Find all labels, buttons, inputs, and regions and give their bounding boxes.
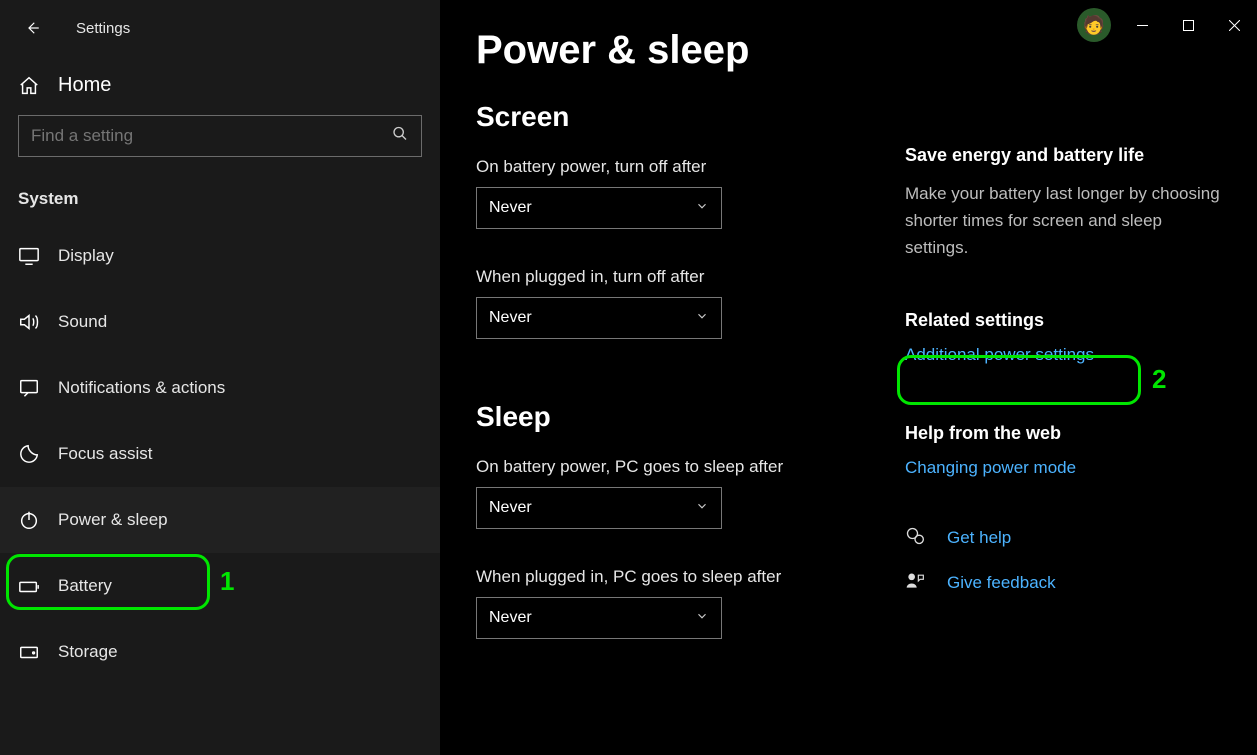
- notifications-icon: [18, 377, 46, 399]
- category-label: System: [0, 175, 440, 223]
- sidebar-item-storage[interactable]: Storage: [0, 619, 440, 685]
- sidebar-item-label: Notifications & actions: [58, 378, 225, 398]
- chevron-down-icon: [695, 499, 709, 518]
- screen-plugged-value: Never: [489, 309, 532, 327]
- home-nav[interactable]: Home: [0, 52, 440, 115]
- get-help-label: Get help: [947, 528, 1011, 548]
- sidebar-item-label: Sound: [58, 312, 107, 332]
- sound-icon: [18, 311, 46, 333]
- related-settings-title: Related settings: [905, 310, 1225, 331]
- sidebar-item-battery[interactable]: Battery: [0, 553, 440, 619]
- home-label: Home: [58, 74, 111, 97]
- screen-battery-value: Never: [489, 199, 532, 217]
- sidebar-item-label: Display: [58, 246, 114, 266]
- changing-power-mode-link[interactable]: Changing power mode: [905, 458, 1225, 478]
- sidebar-item-focus-assist[interactable]: Focus assist: [0, 421, 440, 487]
- main-panel: Power & sleep Screen On battery power, t…: [440, 0, 1257, 755]
- back-arrow-icon: [23, 19, 41, 37]
- minimize-button[interactable]: [1119, 9, 1165, 41]
- storage-icon: [18, 641, 46, 663]
- give-feedback-link[interactable]: Give feedback: [905, 571, 1225, 596]
- app-title: Settings: [76, 20, 130, 37]
- close-icon: [1229, 20, 1240, 31]
- sidebar-item-label: Storage: [58, 642, 118, 662]
- chevron-down-icon: [695, 609, 709, 628]
- search-icon: [392, 126, 408, 147]
- sidebar-item-label: Battery: [58, 576, 112, 596]
- screen-plugged-label: When plugged in, turn off after: [476, 267, 876, 287]
- screen-battery-select[interactable]: Never: [476, 187, 722, 229]
- feedback-icon: [905, 571, 925, 596]
- focus-assist-icon: [18, 443, 46, 465]
- sleep-plugged-value: Never: [489, 609, 532, 627]
- help-icon: [905, 526, 925, 551]
- energy-text: Make your battery last longer by choosin…: [905, 180, 1225, 262]
- right-panel: Save energy and battery life Make your b…: [905, 145, 1225, 616]
- sleep-battery-select[interactable]: Never: [476, 487, 722, 529]
- sleep-battery-value: Never: [489, 499, 532, 517]
- sidebar-item-sound[interactable]: Sound: [0, 289, 440, 355]
- chevron-down-icon: [695, 199, 709, 218]
- additional-power-settings-link[interactable]: Additional power settings: [905, 345, 1225, 365]
- search-input[interactable]: [18, 115, 422, 157]
- display-icon: [18, 245, 46, 267]
- page-title: Power & sleep: [476, 28, 876, 73]
- give-feedback-label: Give feedback: [947, 573, 1056, 593]
- sidebar-item-display[interactable]: Display: [0, 223, 440, 289]
- sleep-battery-label: On battery power, PC goes to sleep after: [476, 457, 876, 477]
- screen-plugged-select[interactable]: Never: [476, 297, 722, 339]
- close-button[interactable]: [1211, 9, 1257, 41]
- battery-icon: [18, 575, 46, 597]
- screen-section-title: Screen: [476, 101, 876, 133]
- sidebar-item-label: Focus assist: [58, 444, 152, 464]
- home-icon: [18, 75, 46, 97]
- maximize-icon: [1183, 20, 1194, 31]
- minimize-icon: [1137, 20, 1148, 31]
- user-avatar[interactable]: 🧑: [1077, 8, 1111, 42]
- power-icon: [18, 509, 46, 531]
- sidebar: Settings Home System Display: [0, 0, 440, 755]
- sidebar-item-power-sleep[interactable]: Power & sleep: [0, 487, 440, 553]
- energy-title: Save energy and battery life: [905, 145, 1225, 166]
- sidebar-item-label: Power & sleep: [58, 510, 168, 530]
- get-help-link[interactable]: Get help: [905, 526, 1225, 551]
- back-button[interactable]: [18, 14, 46, 42]
- sleep-plugged-select[interactable]: Never: [476, 597, 722, 639]
- sleep-section-title: Sleep: [476, 401, 876, 433]
- chevron-down-icon: [695, 309, 709, 328]
- maximize-button[interactable]: [1165, 9, 1211, 41]
- screen-battery-label: On battery power, turn off after: [476, 157, 876, 177]
- help-from-web-title: Help from the web: [905, 423, 1225, 444]
- sidebar-item-notifications[interactable]: Notifications & actions: [0, 355, 440, 421]
- sleep-plugged-label: When plugged in, PC goes to sleep after: [476, 567, 876, 587]
